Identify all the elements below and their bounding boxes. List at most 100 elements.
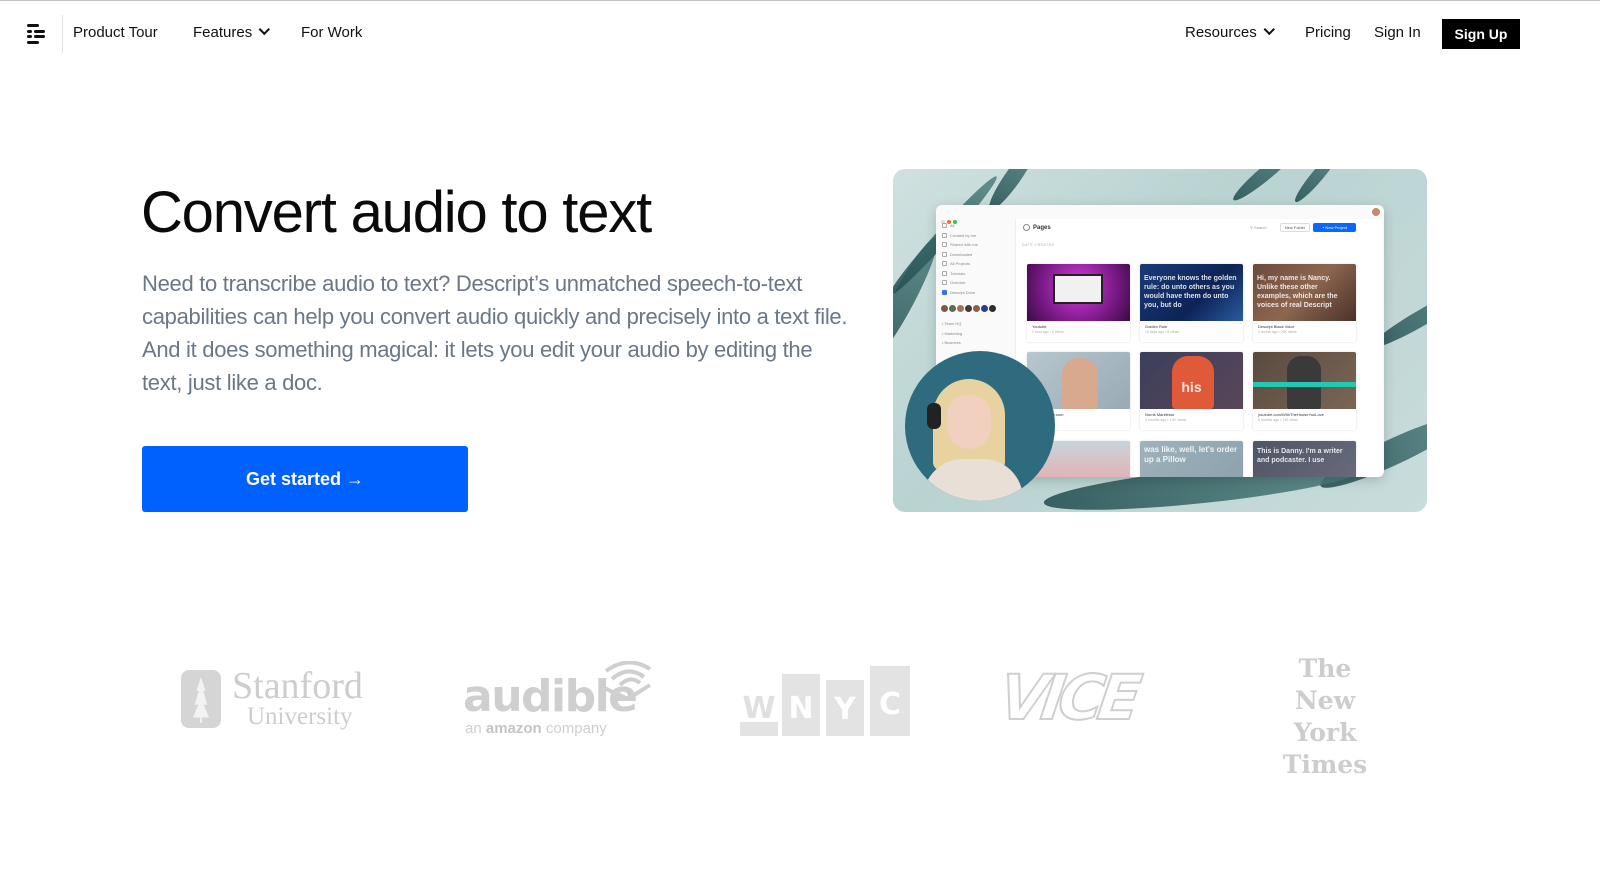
card-caption: his: [1181, 379, 1202, 395]
card-caption: Everyone knows the golden rule: do unto …: [1144, 275, 1237, 309]
person-graphic: [1062, 358, 1098, 409]
sidebar-item-label: All: [950, 223, 955, 228]
sidebar-item: Created by me: [936, 231, 1016, 241]
nav-resources[interactable]: Resources: [1185, 23, 1275, 43]
profile-avatar: [1371, 207, 1381, 217]
sidebar-item: • Team HQ: [942, 321, 962, 326]
card-name: Descript Black Voice: [1258, 324, 1295, 329]
sign-up-button[interactable]: Sign Up: [1442, 19, 1520, 49]
sidebar-item-label: Marketing: [944, 330, 963, 336]
project-card: youtube.com/WithTheHouseYouLove 6 months…: [1253, 352, 1356, 430]
sidebar-item: • Marketing: [942, 330, 963, 336]
wnyc-letter: Y: [826, 680, 864, 736]
card-thumbnail: [1253, 352, 1356, 409]
get-started-button[interactable]: Get started →: [142, 446, 468, 512]
card-thumbnail: Hi, my name is Nancy. Unlike these other…: [1253, 264, 1356, 321]
wnyc-logo: W N Y C: [740, 666, 912, 736]
folder-icon: [942, 223, 947, 229]
vice-logo: VICE: [994, 660, 1141, 735]
descript-logo-icon[interactable]: [25, 22, 47, 46]
product-screenshot: All Created by me Shared with me Downloa…: [893, 169, 1427, 512]
top-navigation: Product Tour Features For Work Resources…: [0, 1, 1600, 67]
sidebar-item-label: Created by me: [950, 232, 977, 238]
card-meta: 1 hour ago • 2 views: [1032, 330, 1064, 334]
project-card: Youtube 1 hour ago • 2 views: [1027, 264, 1130, 342]
audible-signal-icon: [601, 661, 652, 701]
drive-icon: [942, 289, 947, 295]
amazon-wordmark: amazon: [485, 720, 542, 737]
hero-title: Convert audio to text: [141, 180, 652, 245]
sidebar-item-label: Overdub: [950, 280, 966, 285]
stanford-logo-text: Stanford: [232, 665, 363, 707]
nav-for-work-label: For Work: [301, 24, 363, 41]
nav-product-tour-label: Product Tour: [73, 24, 158, 41]
sidebar-item: Shared with me: [936, 240, 1016, 250]
nav-features-label: Features: [193, 24, 253, 41]
download-icon: [942, 251, 947, 257]
sidebar-item: All: [936, 221, 1016, 231]
card-meta: 1 month ago • 29K views: [1258, 330, 1297, 334]
sidebar-item-label: Downloaded: [950, 251, 973, 257]
nav-pricing-label: Pricing: [1305, 24, 1351, 41]
search-mini: ⚲ Search: [1250, 225, 1267, 230]
avatar: [973, 305, 980, 312]
project-card: Everyone knows the golden rule: do unto …: [1140, 264, 1243, 342]
team-avatars: [936, 299, 1016, 317]
nav-product-tour[interactable]: Product Tour: [73, 23, 158, 43]
leaf-decoration: [1290, 169, 1346, 206]
stanford-logo-subtext: University: [247, 703, 353, 730]
sidebar-item-label: Team HQ: [944, 321, 962, 326]
nav-sign-in-label: Sign In: [1374, 24, 1421, 41]
nav-divider: [62, 15, 63, 53]
nyt-logo-line: New York: [1293, 686, 1357, 747]
new-project-button: + New Project: [1313, 223, 1356, 232]
sidebar-item: • Business: [942, 340, 961, 345]
avatar: [981, 305, 988, 312]
wnyc-letter: C: [870, 666, 910, 736]
project-card: was like, well, let's order up a Pillow: [1140, 441, 1243, 477]
folder-icon: [942, 261, 947, 267]
audible-subtext-suffix: company: [541, 720, 607, 737]
card-name: Youtube: [1032, 324, 1047, 329]
nyt-logo-line: Times: [1282, 750, 1368, 779]
search-mini-label: Search: [1254, 225, 1267, 230]
card-thumbnail: Everyone knows the golden rule: do unto …: [1140, 264, 1243, 321]
avatar: [949, 305, 956, 312]
card-thumbnail: his: [1140, 352, 1243, 409]
avatar: [965, 305, 972, 312]
card-caption: This is Danny. I'm a writer and podcaste…: [1257, 448, 1343, 464]
sidebar-item-label: Descript Drive: [950, 289, 976, 295]
card-meta: 10 days ago • 6 views: [1145, 330, 1179, 334]
project-card: This is Danny. I'm a writer and podcaste…: [1253, 441, 1356, 477]
card-caption: Hi, my name is Nancy. Unlike these other…: [1257, 275, 1338, 309]
nav-features[interactable]: Features: [193, 23, 271, 43]
nyt-logo-line: The: [1298, 654, 1352, 683]
sidebar-item-label: All Projects: [950, 261, 971, 266]
folder-icon: [942, 232, 947, 238]
sort-label: DATE CREATED: [1022, 243, 1055, 247]
card-caption: was like, well, let's order up a Pillow: [1144, 445, 1238, 464]
chevron-down-icon: [1263, 23, 1275, 36]
sidebar-item: All Projects: [936, 259, 1016, 269]
sidebar-item: Overdub: [936, 278, 1016, 288]
card-thumbnail: was like, well, let's order up a Pillow: [1140, 441, 1243, 477]
avatar: [941, 305, 948, 312]
card-name: youtube.com/WithTheHouseYouLove: [1258, 412, 1324, 417]
sidebar-item-label: Business: [944, 340, 961, 345]
audible-subtext-prefix: an: [465, 720, 486, 737]
nav-pricing[interactable]: Pricing: [1305, 23, 1351, 43]
audible-logo-subtext: an amazon company: [465, 720, 607, 737]
nav-sign-in[interactable]: Sign In: [1374, 23, 1421, 43]
chevron-down-icon: [258, 23, 271, 36]
card-name: Golden Rule: [1145, 324, 1168, 329]
wnyc-letter: N: [782, 674, 820, 736]
user-icon: [942, 242, 947, 248]
sidebar-item: Tutorials: [936, 269, 1016, 279]
sidebar-item: Descript Drive: [936, 288, 1016, 298]
card-meta: 4 months ago • 1.8K views: [1145, 418, 1187, 422]
nav-for-work[interactable]: For Work: [301, 23, 362, 43]
pages-title-label: Pages: [1033, 225, 1051, 232]
globe-icon: [1023, 224, 1030, 231]
nyt-logo: The New York Times: [1262, 653, 1388, 781]
sidebar-item: Downloaded: [936, 250, 1016, 260]
